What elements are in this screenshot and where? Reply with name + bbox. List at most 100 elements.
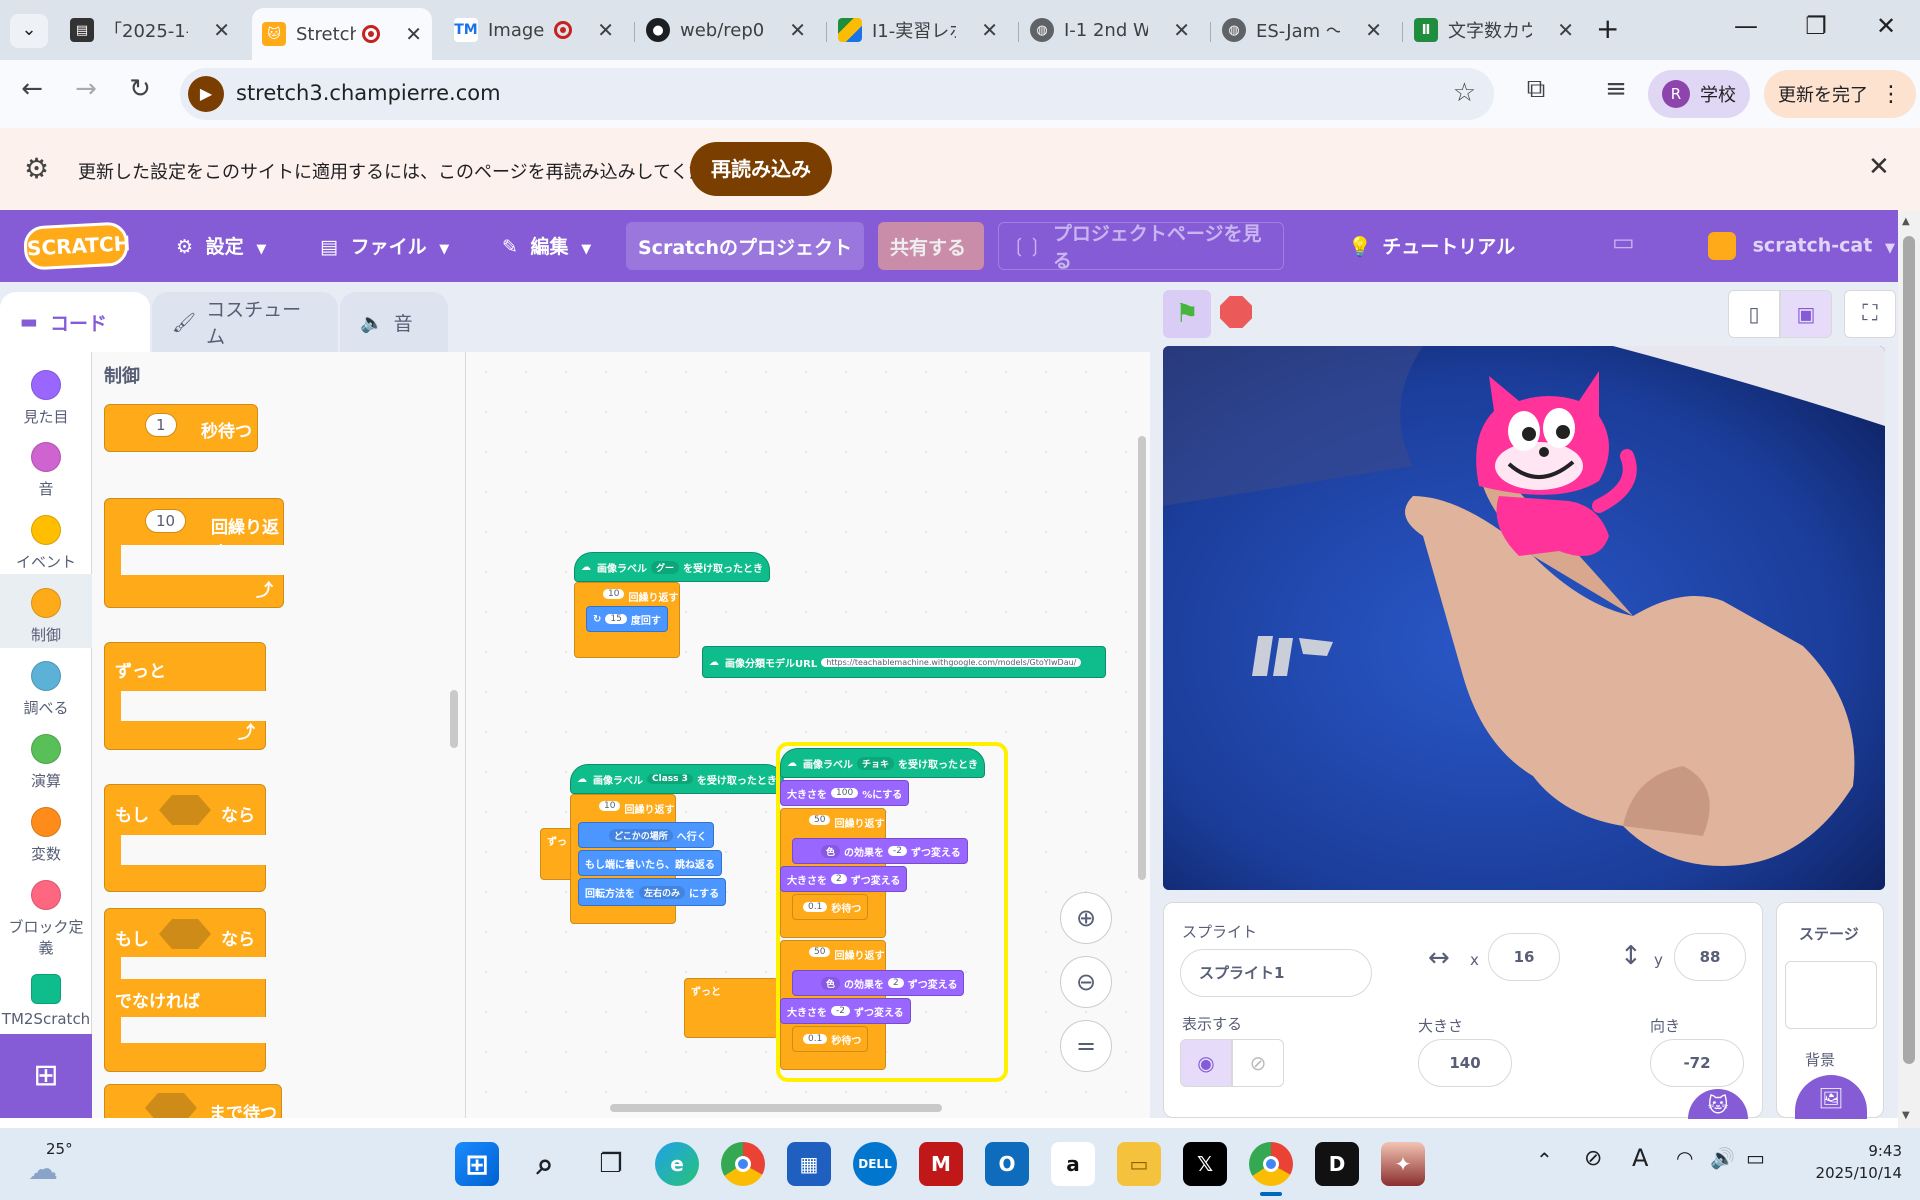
anime-app-icon[interactable]: ✦ [1381, 1142, 1425, 1186]
choose-backdrop-button[interactable]: 🖼 [1795, 1075, 1867, 1119]
update-button[interactable]: 更新を完了 ⋮ [1764, 70, 1916, 118]
browser-tab[interactable]: ▤ 「2025-1-4 ✕ [60, 10, 240, 50]
palette-scrollbar[interactable] [450, 690, 458, 748]
change-size-block[interactable]: 大きさを 2 ずつ変える [780, 866, 908, 892]
settings-menu[interactable]: ⚙ 設定 ▼ [176, 232, 266, 259]
outlook-icon[interactable]: O [985, 1142, 1029, 1186]
sprite-name-input[interactable]: スプライト1 [1180, 949, 1372, 997]
tab-costume[interactable]: 🖌 コスチューム [152, 292, 338, 352]
forever-block[interactable]: ずっと ⤴ [104, 642, 269, 750]
close-tab-icon[interactable]: ✕ [1365, 18, 1382, 42]
close-tab-icon[interactable]: ✕ [213, 18, 230, 42]
category-sound[interactable]: 音 [0, 442, 92, 499]
category-operators[interactable]: 演算 [0, 734, 92, 791]
browser-tab[interactable]: I1-実習レポ ✕ [828, 10, 1008, 50]
file-explorer-icon[interactable]: ▭ [1117, 1142, 1161, 1186]
size-input[interactable]: 140 [1418, 1039, 1512, 1087]
script-workspace[interactable]: ☁ 画像ラベル グー を受け取ったとき 10 回繰り返す ↻ 15 度回す ☁ … [466, 352, 1150, 1118]
battery-icon[interactable]: ▭ [1746, 1146, 1765, 1170]
stop-button[interactable] [1220, 296, 1252, 328]
stage-canvas[interactable] [1163, 346, 1885, 890]
wait-block[interactable]: 1 秒待つ [104, 404, 258, 452]
workspace-horizontal-scrollbar[interactable] [610, 1104, 942, 1112]
project-title-input[interactable]: Scratchのプロジェクト [626, 222, 864, 270]
change-size-block[interactable]: 大きさを -2 ずつ変える [780, 998, 911, 1024]
when-label-hat-block[interactable]: ☁ 画像ラベル チョキ を受け取ったとき [780, 748, 986, 778]
weather-widget[interactable]: ☁ 25° [24, 1138, 84, 1190]
green-flag-button[interactable]: ⚑ [1163, 290, 1211, 338]
page-vertical-scrollbar[interactable]: ▲ ▼ [1898, 210, 1920, 1128]
x-app-icon[interactable]: 𝕏 [1183, 1142, 1227, 1186]
workspace-vertical-scrollbar[interactable] [1138, 436, 1146, 880]
fullscreen-button[interactable]: ⛶ [1844, 290, 1896, 338]
browser-tab[interactable]: ◍ ES-Jam ～ ✕ [1212, 10, 1392, 50]
if-then-block[interactable]: もし なら [104, 784, 269, 892]
category-variables[interactable]: 変数 [0, 807, 92, 864]
dell-icon[interactable]: DELL [853, 1142, 897, 1186]
model-url-block[interactable]: ☁ 画像分類モデルURL https://teachablemachine.wi… [702, 646, 1106, 678]
category-looks[interactable]: 見た目 [0, 370, 92, 427]
tab-code[interactable]: ▬ コード [0, 292, 150, 352]
project-page-button[interactable]: ❲❳ プロジェクトページを見る [998, 222, 1284, 272]
back-icon[interactable]: ← [12, 74, 52, 104]
close-tab-icon[interactable]: ✕ [1173, 18, 1190, 42]
reload-button[interactable]: 再読み込み [690, 142, 832, 196]
task-view-icon[interactable]: ❐ [589, 1142, 633, 1186]
tab-search-button[interactable]: ⌄ [10, 14, 48, 48]
close-tab-icon[interactable]: ✕ [405, 22, 422, 46]
amazon-icon[interactable]: a [1051, 1142, 1095, 1186]
close-tab-icon[interactable]: ✕ [1557, 18, 1574, 42]
new-tab-button[interactable]: + [1596, 12, 1619, 45]
scrollbar-thumb[interactable] [1903, 236, 1915, 1064]
browser-tab-active[interactable]: 🐱 Stretch ✕ [252, 8, 432, 60]
stage-selector-panel[interactable]: ステージ 背景 🖼 [1776, 902, 1884, 1119]
dashlane-icon[interactable]: D [1315, 1142, 1359, 1186]
zoom-in-button[interactable]: ⊕ [1060, 892, 1112, 944]
wait-block[interactable]: 0.1 秒待つ [792, 894, 869, 920]
file-menu[interactable]: ▤ ファイル ▼ [320, 232, 449, 259]
close-window-icon[interactable]: ✕ [1866, 12, 1906, 40]
wait-block[interactable]: 0.1 秒待つ [792, 1026, 869, 1052]
address-bar[interactable]: ▶ stretch3.champierre.com ☆ [180, 68, 1494, 120]
wifi-icon[interactable]: ◠ [1676, 1146, 1693, 1170]
tab-sound[interactable]: 🔈 音 [340, 292, 448, 352]
change-effect-block[interactable]: 色 の効果を 2 ずつ変える [792, 970, 965, 996]
wait-until-block[interactable]: まで待つ [104, 1084, 282, 1118]
restore-icon[interactable]: ❐ [1796, 12, 1836, 40]
repeat-block[interactable]: 10 回繰り返す ⤴ [104, 498, 287, 608]
category-control[interactable]: 制御 [0, 574, 92, 648]
zoom-out-button[interactable]: ⊖ [1060, 956, 1112, 1008]
forward-icon[interactable]: → [66, 74, 106, 104]
add-extension-button[interactable]: ⊞ [0, 1034, 92, 1118]
show-hidden-button[interactable]: ⊘ [1232, 1039, 1284, 1087]
close-tab-icon[interactable]: ✕ [597, 18, 614, 42]
reload-icon[interactable]: ↻ [120, 74, 160, 104]
bookmark-star-icon[interactable]: ☆ [1453, 78, 1476, 108]
zoom-reset-button[interactable]: = [1060, 1020, 1112, 1072]
tray-overflow-icon[interactable]: ⌃ [1536, 1148, 1553, 1172]
when-label-hat-block[interactable]: ☁ 画像ラベル グー を受け取ったとき [574, 552, 771, 582]
profile-button[interactable]: R 学校 [1648, 70, 1750, 118]
browser-tab[interactable]: ● web/rep02 ✕ [636, 10, 816, 50]
change-effect-block[interactable]: 色 の効果を -2 ずつ変える [792, 838, 968, 864]
category-sensing[interactable]: 調べる [0, 661, 92, 718]
edit-menu[interactable]: ✎ 編集 ▼ [502, 232, 591, 259]
goto-block[interactable]: どこかの場所 へ行く [578, 822, 714, 848]
large-stage-button[interactable]: ▣ [1780, 290, 1832, 338]
media-control-icon[interactable]: ≡ [1596, 74, 1636, 104]
browser-tab[interactable]: TM Image ✕ [444, 10, 624, 50]
category-events[interactable]: イベント [0, 515, 92, 572]
bounce-block[interactable]: もし端に着いたら、跳ね返る [578, 850, 722, 876]
category-tm2scratch[interactable]: TM2Scratch [0, 974, 92, 1028]
close-tab-icon[interactable]: ✕ [789, 18, 806, 42]
stage-thumbnail[interactable] [1785, 961, 1877, 1029]
rotation-style-block[interactable]: 回転方法を 左右のみ にする [578, 878, 727, 906]
site-info-icon[interactable]: ▶ [188, 76, 224, 112]
browser-tab[interactable]: Ⅱ 文字数カウ ✕ [1404, 10, 1584, 50]
category-my-blocks[interactable]: ブロック定義 [0, 880, 92, 958]
chrome-profile-icon[interactable] [1249, 1142, 1293, 1186]
ime-icon[interactable]: A [1632, 1144, 1648, 1172]
x-input[interactable]: 16 [1488, 933, 1560, 981]
browser-tab[interactable]: ◍ I-1 2nd We ✕ [1020, 10, 1200, 50]
minimize-icon[interactable]: — [1726, 12, 1766, 40]
